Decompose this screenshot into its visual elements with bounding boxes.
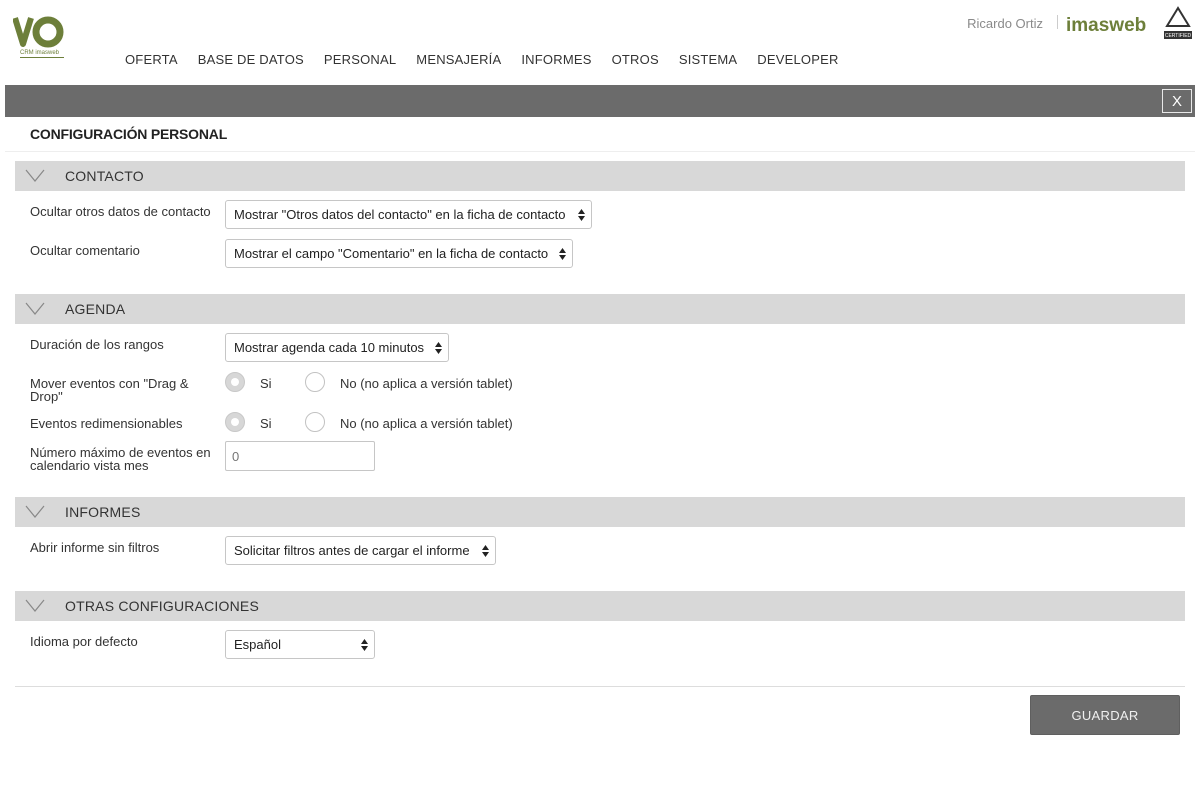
select-value: Español — [234, 637, 281, 652]
imasweb-logo: imasweb — [1066, 10, 1156, 40]
select-value: Mostrar el campo "Comentario" en la fich… — [234, 246, 549, 261]
max-eventos-input[interactable] — [225, 441, 375, 471]
section-contacto-header[interactable]: CONTACTO — [15, 161, 1185, 191]
field-label: Ocultar otros datos de contacto — [30, 204, 211, 219]
certified-badge-icon: CERTIFIED — [1162, 6, 1194, 40]
field-label: Número máximo de eventos en calendario v… — [30, 445, 211, 473]
chevron-down-icon — [25, 599, 45, 612]
page-title: CONFIGURACIÓN PERSONAL — [30, 126, 228, 142]
field-label: Abrir informe sin filtros — [30, 540, 160, 555]
save-button[interactable]: GUARDAR — [1030, 695, 1180, 735]
select-arrows-icon — [435, 342, 442, 354]
header-separator — [1057, 15, 1058, 29]
radio-label: Si — [260, 416, 272, 431]
resize-no-radio[interactable] — [305, 412, 325, 432]
section-informes-header[interactable]: INFORMES — [15, 497, 1185, 527]
resize-yes-radio[interactable] — [225, 412, 245, 432]
select-value: Mostrar agenda cada 10 minutos — [234, 340, 425, 355]
section-title: AGENDA — [65, 301, 126, 317]
section-title: OTRAS CONFIGURACIONES — [65, 598, 259, 614]
nav-mensajeria[interactable]: MENSAJERÍA — [406, 52, 511, 67]
logo-caption: CRM imasweb — [20, 50, 64, 58]
select-value: Solicitar filtros antes de cargar el inf… — [234, 543, 470, 558]
nav-personal[interactable]: PERSONAL — [314, 52, 406, 67]
chevron-down-icon — [25, 302, 45, 315]
nav-otros[interactable]: OTROS — [602, 52, 669, 67]
idioma-select[interactable]: Español — [225, 630, 375, 659]
select-arrows-icon — [578, 209, 585, 221]
brand-text: imasweb — [1066, 15, 1146, 36]
select-arrows-icon — [482, 545, 489, 557]
field-label: Duración de los rangos — [30, 337, 164, 352]
nav-oferta[interactable]: OFERTA — [115, 52, 188, 67]
radio-label: Si — [260, 376, 272, 391]
radio-label: No (no aplica a versión tablet) — [340, 416, 513, 431]
section-agenda-header[interactable]: AGENDA — [15, 294, 1185, 324]
cert-text: CERTIFIED — [1165, 33, 1192, 39]
field-label: Idioma por defecto — [30, 634, 138, 649]
section-otras-header[interactable]: OTRAS CONFIGURACIONES — [15, 591, 1185, 621]
field-label: Eventos redimensionables — [30, 416, 183, 431]
drag-no-radio[interactable] — [305, 372, 325, 392]
nav-base-de-datos[interactable]: BASE DE DATOS — [188, 52, 314, 67]
rangos-select[interactable]: Mostrar agenda cada 10 minutos — [225, 333, 449, 362]
nav-developer[interactable]: DEVELOPER — [747, 52, 848, 67]
user-name[interactable]: Ricardo Ortiz — [967, 16, 1043, 31]
otros-datos-select[interactable]: Mostrar "Otros datos del contacto" en la… — [225, 200, 592, 229]
select-arrows-icon — [361, 639, 368, 651]
nav-sistema[interactable]: SISTEMA — [669, 52, 747, 67]
chevron-down-icon — [25, 169, 45, 182]
section-title: INFORMES — [65, 504, 141, 520]
select-arrows-icon — [559, 248, 566, 260]
field-label: Mover eventos con "Drag & Drop" — [30, 376, 189, 404]
comentario-select[interactable]: Mostrar el campo "Comentario" en la fich… — [225, 239, 573, 268]
section-title: CONTACTO — [65, 168, 144, 184]
filtros-select[interactable]: Solicitar filtros antes de cargar el inf… — [225, 536, 496, 565]
radio-label: No (no aplica a versión tablet) — [340, 376, 513, 391]
main-nav: OFERTA BASE DE DATOS PERSONAL MENSAJERÍA… — [115, 52, 849, 67]
divider — [15, 686, 1185, 687]
dialog-title-bar: X — [5, 85, 1195, 117]
nav-informes[interactable]: INFORMES — [511, 52, 601, 67]
divider — [5, 151, 1195, 152]
field-label: Ocultar comentario — [30, 243, 140, 258]
close-button[interactable]: X — [1162, 89, 1192, 113]
drag-yes-radio[interactable] — [225, 372, 245, 392]
chevron-down-icon — [25, 505, 45, 518]
select-value: Mostrar "Otros datos del contacto" en la… — [234, 207, 566, 222]
